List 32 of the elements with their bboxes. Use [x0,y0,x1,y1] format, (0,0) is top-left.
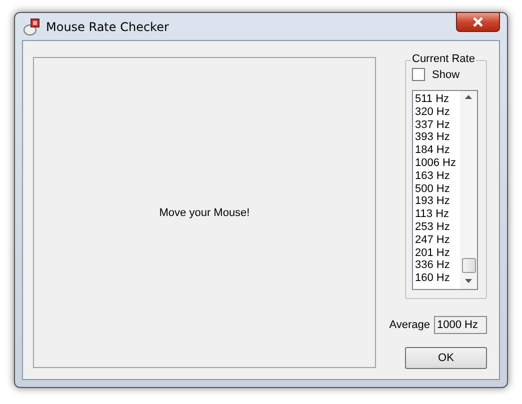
rate-list[interactable]: 511 Hz 320 Hz 337 Hz 393 Hz 184 Hz 1006 Hz 163 Hz 500 Hz 193 Hz 113 Hz 253 Hz 247 Hz 201 Hz 336 Hz 160 Hz [412,90,478,290]
scroll-up-icon[interactable] [465,95,472,99]
rate-item[interactable]: 393 Hz [415,131,460,144]
checkbox-label: Show [432,68,460,80]
rate-item[interactable]: 247 Hz [415,234,460,247]
show-checkbox[interactable] [412,68,425,81]
scroll-thumb[interactable] [462,258,476,273]
scroll-down-icon[interactable] [465,279,472,283]
rate-item[interactable]: 253 Hz [415,220,460,234]
average-label: Average [389,319,430,331]
window-title: Mouse Rate Checker [46,20,169,34]
mouse-icon [22,18,40,36]
rate-item[interactable]: 113 Hz [415,208,460,221]
rate-item[interactable]: 201 Hz [415,246,460,260]
mouse-move-area[interactable]: Move your Mouse! [33,57,376,368]
rate-item[interactable]: 184 Hz [415,144,460,157]
rate-item[interactable]: 511 Hz [415,93,460,106]
average-field: 1000 Hz [434,316,487,334]
rate-item[interactable]: 163 Hz [415,170,460,183]
rate-item[interactable]: 1006 Hz [415,156,460,170]
rate-item[interactable]: 337 Hz [415,118,460,132]
close-icon [472,17,484,27]
scrollbar[interactable] [460,91,477,289]
rate-item[interactable]: 193 Hz [415,195,460,208]
move-prompt: Move your Mouse! [159,206,250,218]
close-button[interactable] [456,12,500,32]
rate-item[interactable]: 500 Hz [415,182,460,196]
rate-item[interactable]: 160 Hz [415,272,460,285]
rate-item[interactable]: 336 Hz [415,259,460,272]
group-title: Current Rate [411,53,476,65]
rate-item[interactable]: 320 Hz [415,106,460,119]
ok-button[interactable]: OK [405,347,487,369]
